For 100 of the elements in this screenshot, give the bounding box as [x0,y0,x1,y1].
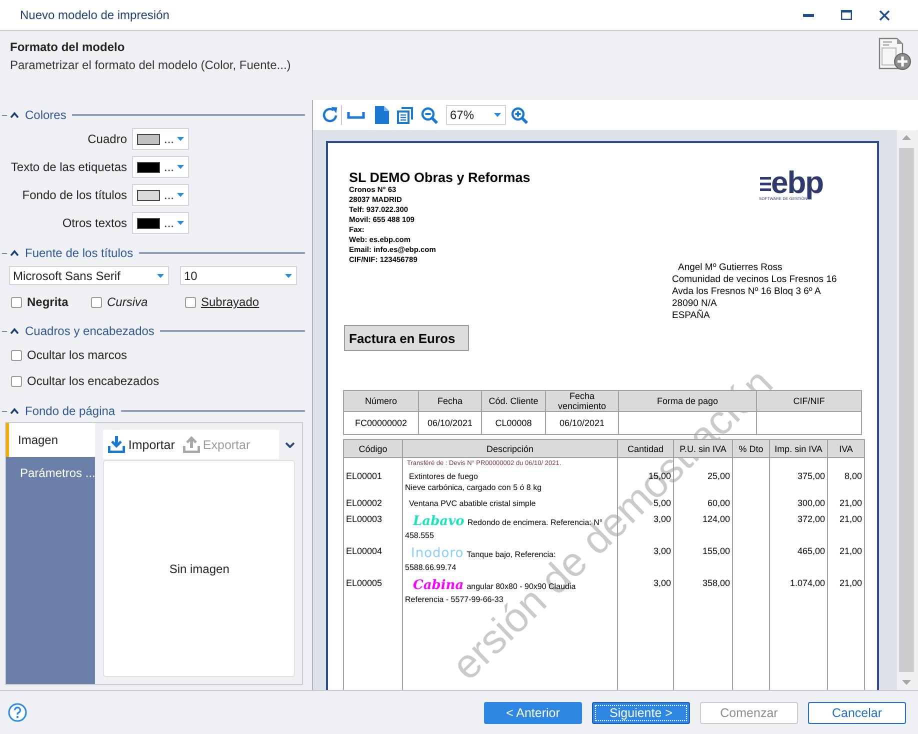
maximize-icon [840,10,852,20]
window-title: Nuevo modelo de impresión [20,8,170,22]
table-cell: CL00008 [482,412,546,434]
zoom-out-icon[interactable] [421,106,438,124]
wizard-button[interactable]: < Anterior [484,702,582,724]
description-text: Nieve carbónica, cargado con 5 ó 8 kg [405,482,543,493]
dropdown-caret-icon[interactable] [285,274,292,278]
page-icon[interactable] [375,106,389,124]
dropdown-caret-icon[interactable] [157,274,164,278]
multiple-pages-icon[interactable] [397,106,413,124]
recipient-address-line: 28090 N/A [672,298,718,310]
brand-name: Cabina [413,578,464,593]
table-cell: 06/10/2021 [418,412,482,434]
color-picker[interactable]: ... [132,156,189,178]
section-title: Fuente de los títulos [25,246,134,260]
table-cell: 1.074,00 [770,576,828,608]
logo-bars-icon [760,177,771,191]
recipient-address-line: ESPAÑA [672,310,711,322]
download-icon [108,436,126,453]
new-document-icon [878,37,911,70]
table-cell: 8,00 [828,469,864,496]
close-icon [878,10,890,20]
checkbox[interactable] [91,296,102,308]
refresh-icon[interactable] [321,106,339,124]
dropdown-caret-icon[interactable] [494,113,501,117]
dropdown-caret-icon[interactable] [177,165,184,169]
dropdown-caret-icon[interactable] [177,193,184,197]
minimize-icon [802,14,814,16]
company-name: SL DEMO Obras y Reformas [349,170,530,185]
table-cell: 372,00 [770,512,828,544]
column-header: CIF/NIF [756,390,862,412]
step-title: Formato del modelo [10,40,126,54]
side-tab[interactable]: Imagen [6,423,96,457]
chevron-up-icon[interactable] [10,250,19,256]
checkbox-label[interactable]: Subrayado [201,295,260,309]
field-label: Texto de las etiquetas [10,160,127,174]
field-label: Otros textos [61,216,127,230]
checkbox[interactable] [11,350,22,360]
column-header: Código [344,440,402,458]
scrollbar-thumb[interactable] [898,148,914,672]
color-picker[interactable]: ... [132,184,189,206]
section-title: Fondo de página [25,404,116,418]
dropdown-caret-icon[interactable] [177,221,184,225]
checkbox[interactable] [185,296,196,308]
help-icon[interactable] [8,703,27,722]
recipient-address-line: Avda los Fresnos Nº 16 Bloq 3 6º A [672,286,822,298]
font-select[interactable]: Microsoft Sans Serif [9,266,169,285]
scroll-down-icon[interactable] [902,680,910,685]
table-cell: 21,00 [828,576,864,608]
table-cell: 21,00 [828,512,864,544]
column-header: Número [344,390,418,412]
chevron-up-icon[interactable] [10,112,19,118]
section-title: Colores [25,108,66,122]
dropdown-caret-icon[interactable] [177,137,184,141]
chevron-up-icon[interactable] [10,408,19,414]
table-cell: EL00004 [344,544,402,576]
column-header: Imp. sin IVA [770,440,828,458]
chevron-down-icon[interactable] [285,442,296,448]
table-cell: 358,00 [674,576,732,608]
chevron-up-icon[interactable] [10,328,19,334]
table-cell: 465,00 [770,544,828,576]
invoice-title: Factura en Euros [344,325,469,351]
table-cell: 21,00 [828,496,864,512]
color-picker[interactable]: ... [132,212,189,234]
wizard-button[interactable]: Cancelar [808,702,906,724]
zoom-in-icon[interactable] [511,106,528,124]
column-header: Cód. Cliente [482,390,546,412]
description-text: Ventana PVC abatible cristal simple [408,498,537,509]
page-width-icon[interactable] [347,112,365,118]
empty-image-text: Sin imagen [169,562,230,576]
table-cell: 300,00 [770,496,828,512]
import-button[interactable]: Importar [108,436,175,453]
checkbox-label[interactable]: Ocultar los marcos [27,348,128,362]
description-text: Extintores de fuego [408,471,479,482]
column-header: Descripción [402,440,618,458]
scrollbar[interactable] [897,130,915,690]
recipient-address-line: Comunidad de vecinos Los Fresnos 16 [672,274,838,286]
scroll-up-icon[interactable] [902,135,910,140]
upload-icon [182,436,200,453]
table-cell: EL00002 [344,496,402,512]
table-cell: EL00003 [344,512,402,544]
brand-name: Labavo [413,514,464,530]
field-label: Cuadro [86,132,127,146]
color-picker[interactable]: ... [132,128,189,150]
checkbox-label[interactable]: Cursiva [107,295,148,309]
side-tab[interactable]: Parámetros ... [6,457,96,489]
section-title: Cuadros y encabezados [25,324,154,338]
checkbox-label[interactable]: Ocultar los encabezados [27,374,160,388]
checkbox[interactable] [11,376,22,386]
recipient-address-line: Angel Mº Gutierres Ross [677,262,784,274]
table-cell: EL00005 [344,576,402,608]
size-select[interactable]: 10 [180,266,297,285]
table-cell: EL00001 [344,469,402,496]
step-subtitle: Parametrizar el formato del modelo (Color, Fuente...) [10,58,292,72]
table-cell: FC00000002 [344,412,418,434]
field-label: Fondo de los títulos [21,188,127,202]
zoom-select[interactable]: 67% [446,105,506,125]
checkbox-label[interactable]: Negrita [27,295,68,309]
wizard-button[interactable]: Siguiente > [592,702,690,724]
checkbox[interactable] [11,296,22,308]
